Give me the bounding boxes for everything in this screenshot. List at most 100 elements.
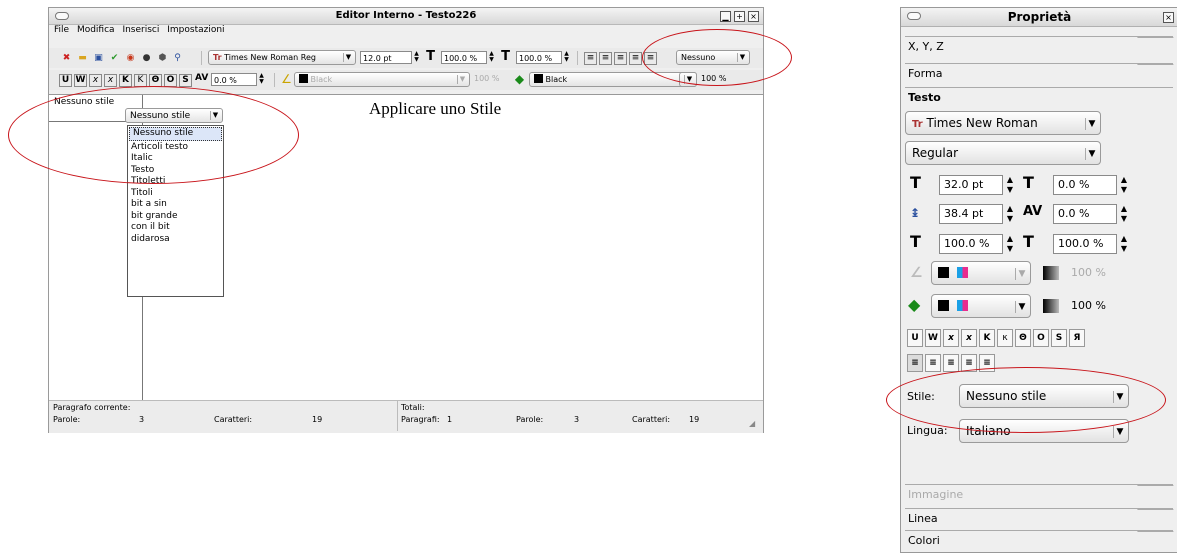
baseline-offset-input[interactable]: 0.0 % bbox=[1053, 175, 1117, 195]
tab-linea[interactable]: Linea bbox=[905, 508, 1177, 529]
scale-width-stepper[interactable]: ▲ ▼ bbox=[488, 51, 495, 64]
subscript-icon[interactable]: x bbox=[89, 74, 102, 87]
tracking-input[interactable]: 0.0 % bbox=[1053, 204, 1117, 224]
fill-shade-value: 100 % bbox=[1071, 299, 1106, 312]
list-item[interactable]: bit grande bbox=[128, 211, 223, 223]
font-preview-icon[interactable]: ⚲ bbox=[172, 53, 183, 64]
shadow-icon[interactable]: S bbox=[179, 74, 192, 87]
font-style-select[interactable]: Regular ▼ bbox=[905, 141, 1101, 165]
align-center-icon[interactable]: ≡ bbox=[925, 354, 941, 372]
open-icon[interactable]: ▬ bbox=[77, 53, 88, 64]
line-spacing-stepper[interactable]: ▲ ▼ bbox=[1005, 204, 1015, 224]
chevron-down-icon: ▼ bbox=[343, 53, 353, 62]
properties-titlebar[interactable]: Proprietà × bbox=[901, 8, 1177, 27]
resize-grip-icon[interactable]: ◢ bbox=[749, 419, 755, 428]
line-spacing-input[interactable]: 38.4 pt bbox=[939, 204, 1003, 224]
fill-color-select[interactable]: ▼ bbox=[931, 294, 1031, 318]
discard-icon[interactable]: ✖ bbox=[61, 53, 72, 64]
menu-file[interactable]: File bbox=[54, 25, 69, 35]
scale-width-stepper[interactable]: ▲ ▼ bbox=[1005, 234, 1015, 254]
maximize-icon[interactable]: + bbox=[734, 11, 745, 22]
tab-colori[interactable]: Colori bbox=[905, 530, 1177, 551]
stroke-color-select[interactable]: Black ▼ bbox=[294, 72, 470, 87]
outline-icon[interactable]: O bbox=[1033, 329, 1049, 347]
align-left-icon[interactable]: ≡ bbox=[907, 354, 923, 372]
font-size-input[interactable]: 12.0 pt bbox=[360, 51, 412, 64]
all-caps-icon[interactable]: K bbox=[979, 329, 995, 347]
properties-palette: Proprietà × X, Y, Z Forma Testo Tr Times… bbox=[900, 7, 1177, 553]
stroke-color-select[interactable]: ▼ bbox=[931, 261, 1031, 285]
superscript-icon[interactable]: x bbox=[961, 329, 977, 347]
list-item[interactable]: Titoli bbox=[128, 188, 223, 200]
list-item[interactable]: con il bit bbox=[128, 222, 223, 234]
close-icon[interactable]: × bbox=[1163, 12, 1174, 23]
list-item[interactable]: bit a sin bbox=[128, 199, 223, 211]
tracking-stepper[interactable]: ▲ ▼ bbox=[1119, 204, 1129, 224]
tracking-input[interactable]: 0.0 % bbox=[211, 73, 257, 86]
tracking-stepper[interactable]: ▲ ▼ bbox=[258, 73, 265, 86]
subscript-icon[interactable]: x bbox=[943, 329, 959, 347]
scale-height-input[interactable]: 100.0 % bbox=[516, 51, 562, 64]
baseline-offset-stepper[interactable]: ▲ ▼ bbox=[1119, 175, 1129, 195]
superscript-icon[interactable]: x bbox=[104, 74, 117, 87]
save-icon[interactable]: ▣ bbox=[93, 53, 104, 64]
menu-modifica[interactable]: Modifica bbox=[77, 25, 115, 35]
font-family-select[interactable]: Tr Times New Roman Reg ▼ bbox=[208, 50, 356, 65]
color-swatch bbox=[534, 74, 543, 83]
separator bbox=[201, 51, 202, 65]
font-icon: Tr bbox=[912, 119, 923, 130]
underline-icon[interactable]: U bbox=[907, 329, 923, 347]
color-swatch bbox=[938, 300, 949, 311]
line-spacing-icon: ↨ bbox=[910, 206, 921, 220]
list-item[interactable]: didarosa bbox=[128, 234, 223, 246]
small-caps-icon[interactable]: K bbox=[134, 74, 147, 87]
font-size-stepper[interactable]: ▲ ▼ bbox=[1005, 175, 1015, 195]
align-justify-icon[interactable]: ≡ bbox=[629, 52, 642, 65]
highlight-oval-style-select bbox=[886, 367, 1166, 433]
reload-icon[interactable]: ◉ bbox=[125, 53, 136, 64]
all-caps-icon[interactable]: K bbox=[119, 74, 132, 87]
shadow-icon[interactable]: S bbox=[1051, 329, 1067, 347]
tab-forma[interactable]: Forma bbox=[905, 63, 1177, 84]
align-left-icon[interactable]: ≡ bbox=[584, 52, 597, 65]
tab-xyz[interactable]: X, Y, Z bbox=[905, 36, 1177, 57]
tab-immagine[interactable]: Immagine bbox=[905, 484, 1177, 505]
shade-gradient-icon bbox=[1043, 299, 1059, 313]
scale-height-stepper[interactable]: ▲ ▼ bbox=[1119, 234, 1129, 254]
outline-icon[interactable]: O bbox=[164, 74, 177, 87]
story-text[interactable]: Applicare uno Stile bbox=[369, 99, 501, 119]
update-frame-icon[interactable]: ✔ bbox=[109, 53, 120, 64]
align-center-icon[interactable]: ≡ bbox=[599, 52, 612, 65]
strikethrough-icon[interactable]: Θ bbox=[1015, 329, 1031, 347]
chevron-down-icon: ▼ bbox=[1015, 268, 1028, 280]
minimize-icon[interactable]: ▁ bbox=[720, 11, 731, 22]
menu-inserisci[interactable]: Inserisci bbox=[122, 25, 159, 35]
search-icon[interactable]: ● bbox=[141, 53, 152, 64]
font-size-stepper[interactable]: ▲ ▼ bbox=[413, 51, 420, 64]
editor-titlebar[interactable]: Editor Interno - Testo226 ▁ + × bbox=[49, 8, 763, 25]
edit-styles-icon[interactable]: ⬢ bbox=[157, 53, 168, 64]
tab-edge bbox=[1137, 64, 1177, 84]
separator bbox=[577, 51, 578, 65]
fill-color-icon: ◆ bbox=[514, 72, 525, 86]
menu-impostazioni[interactable]: Impostazioni bbox=[167, 25, 224, 35]
font-size-input[interactable]: 32.0 pt bbox=[939, 175, 1003, 195]
highlight-oval-toolbar-style bbox=[642, 29, 792, 86]
divider bbox=[397, 401, 398, 431]
scale-width-input[interactable]: 100.0 % bbox=[939, 234, 1003, 254]
tab-testo[interactable]: Testo bbox=[905, 87, 1173, 106]
close-icon[interactable]: × bbox=[748, 11, 759, 22]
align-right-icon[interactable]: ≡ bbox=[943, 354, 959, 372]
align-right-icon[interactable]: ≡ bbox=[614, 52, 627, 65]
font-family-select[interactable]: Tr Times New Roman ▼ bbox=[905, 111, 1101, 135]
scale-height-input[interactable]: 100.0 % bbox=[1053, 234, 1117, 254]
underline-words-icon[interactable]: W bbox=[925, 329, 941, 347]
scale-width-input[interactable]: 100.0 % bbox=[441, 51, 487, 64]
scale-height-stepper[interactable]: ▲ ▼ bbox=[563, 51, 570, 64]
reverse-icon[interactable]: Я bbox=[1069, 329, 1085, 347]
small-caps-icon[interactable]: κ bbox=[997, 329, 1013, 347]
underline-icon[interactable]: U bbox=[59, 74, 72, 87]
properties-title: Proprietà bbox=[1007, 10, 1072, 24]
tab-edge bbox=[1137, 509, 1177, 529]
underline-words-icon[interactable]: W bbox=[74, 74, 87, 87]
